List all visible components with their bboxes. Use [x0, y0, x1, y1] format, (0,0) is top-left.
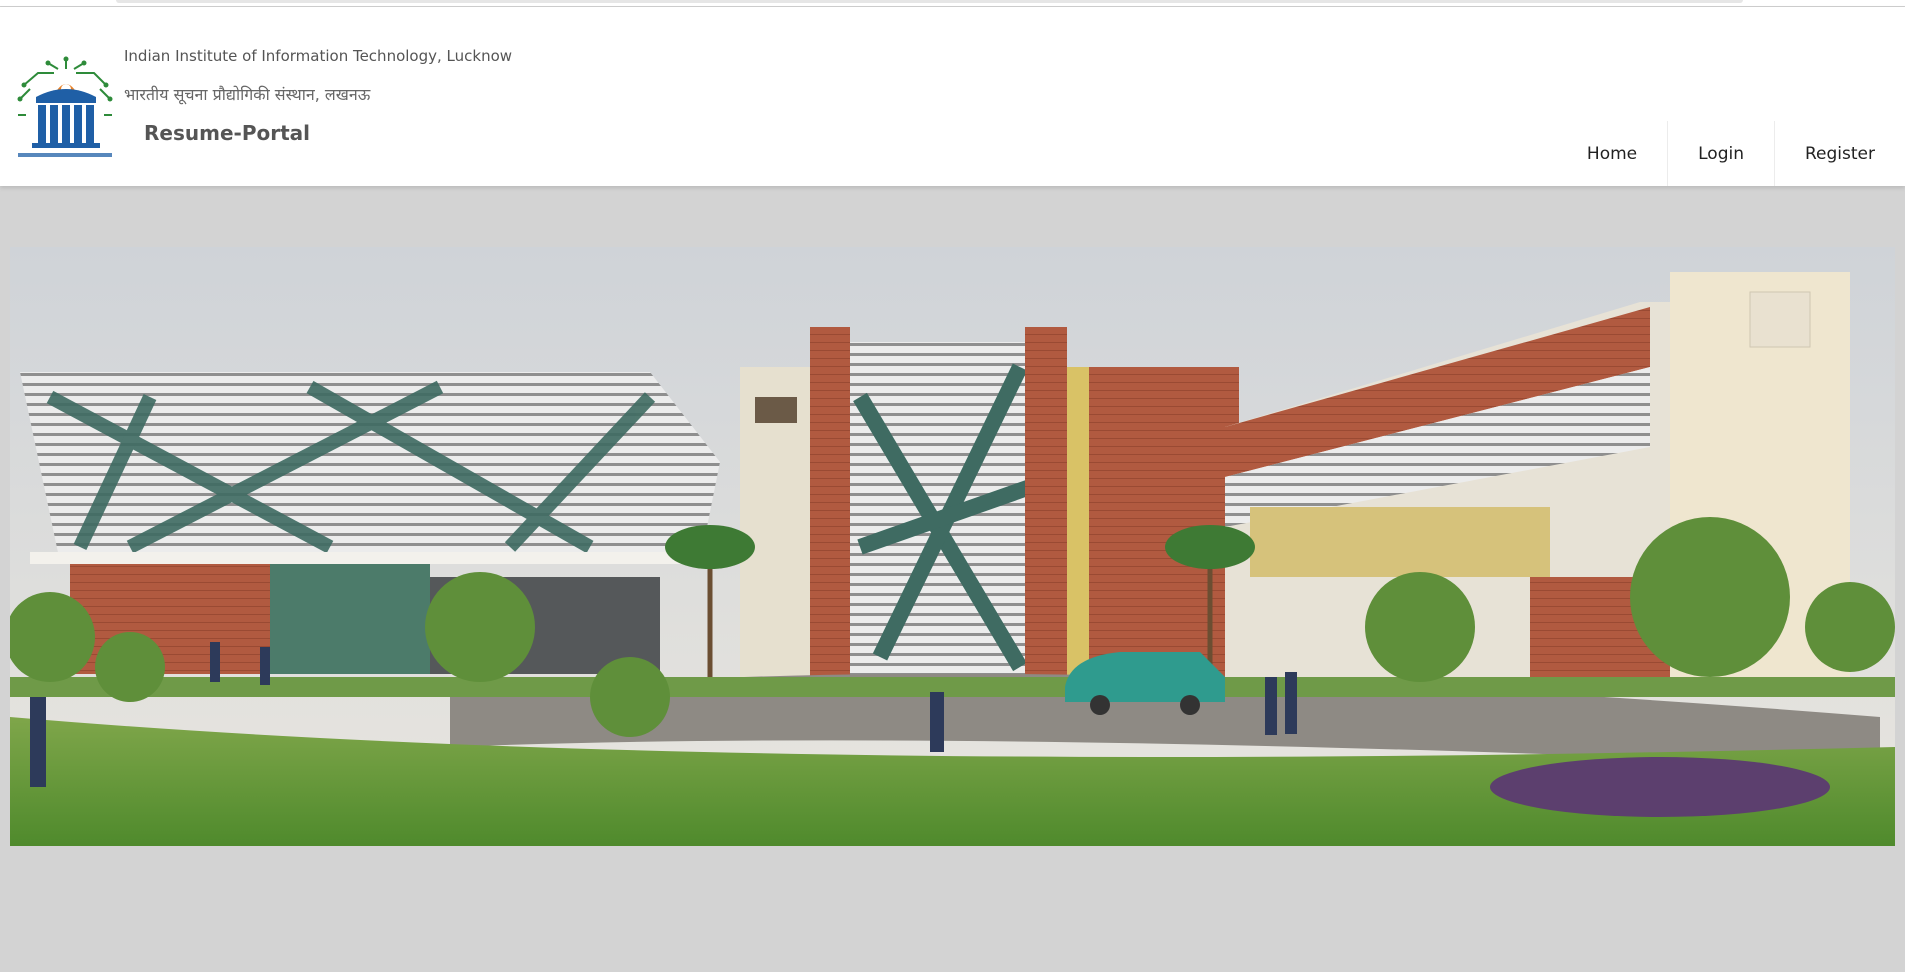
- top-strip-inner: [116, 0, 1743, 3]
- institute-name-hindi: भारतीय सूचना प्रौद्योगिकी संस्थान, लखनऊ: [124, 85, 371, 104]
- site-header: Indian Institute of Information Technolo…: [0, 7, 1905, 186]
- institute-name-english: Indian Institute of Information Technolo…: [124, 47, 513, 65]
- main-nav: Home Login Register: [1557, 121, 1905, 186]
- nav-home-link[interactable]: Home: [1557, 121, 1667, 186]
- iiitl-logo-icon[interactable]: [14, 55, 116, 161]
- nav-login-link[interactable]: Login: [1667, 121, 1774, 186]
- campus-hero-image: [10, 247, 1895, 846]
- top-strip: [0, 0, 1905, 7]
- portal-title[interactable]: Resume-Portal: [144, 121, 310, 145]
- nav-register-link[interactable]: Register: [1774, 121, 1905, 186]
